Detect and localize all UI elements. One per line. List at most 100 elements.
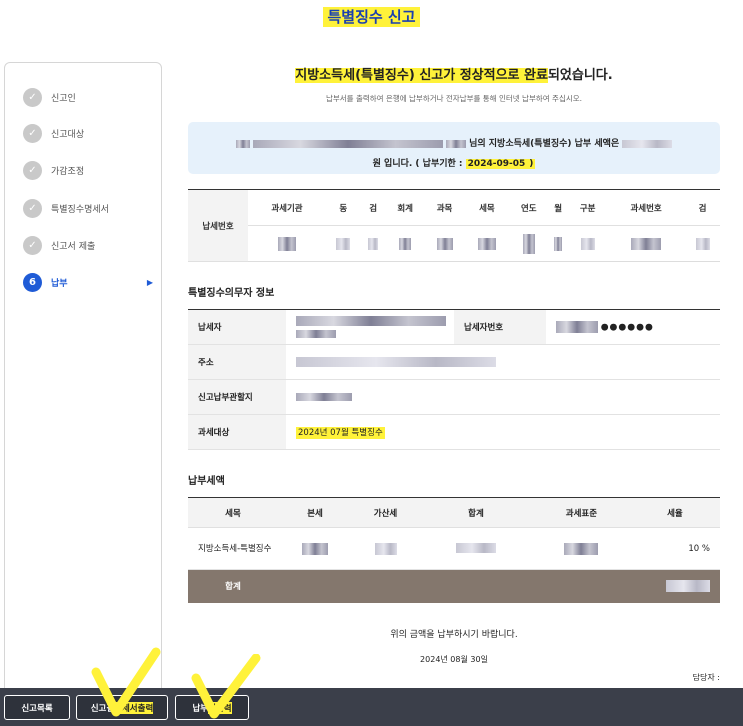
table-cell [360, 225, 386, 262]
redacted-text [554, 236, 563, 251]
step-item-submit[interactable]: ✓ 신고서 제출 [23, 236, 153, 255]
column-header: 합계 [418, 497, 533, 528]
taxpayer-value [286, 310, 454, 345]
step-label: 납부 [51, 279, 68, 289]
redacted-text [368, 237, 379, 250]
table-cell [424, 225, 465, 262]
completion-subtitle: 납부서를 출력하여 은행에 납부하거나 전자납부를 통해 인터넷 납부하여 주십… [325, 94, 583, 103]
table-cell [548, 225, 569, 262]
table-row: 납세자 납세자번호 ●●●●●● [188, 309, 720, 345]
tax-item-cell: 지방소득세-특별징수 [188, 527, 278, 570]
check-icon: ✓ [23, 88, 42, 107]
redacted-text [666, 580, 710, 593]
column-header: 과세번호 [607, 189, 686, 226]
notice-line-2-suffix: ) [527, 159, 536, 169]
table-cell [509, 225, 549, 262]
completion-title: 지방소득세(특별징수) 신고가 정상적으로 완료되었습니다. [188, 64, 720, 83]
check-icon: ✓ [23, 124, 42, 143]
target-value-cell: 2024년 07월 특별징수 [286, 415, 720, 450]
table-cell [685, 225, 720, 262]
redacted-text [631, 237, 662, 250]
column-header: 과세기관 [248, 189, 326, 226]
amount-section-title: 납부세액 [188, 476, 225, 487]
taxpayer-info-title: 특별징수의무자 정보 [188, 288, 275, 299]
redacted-amount [622, 139, 673, 148]
rate-cell: 10 % [629, 527, 720, 570]
button-label: 신고목록 [21, 703, 53, 714]
checkmark-annotation-icon [91, 647, 161, 717]
step-item-reporter[interactable]: ✓ 신고인 [23, 88, 153, 107]
table-header-row: 세목 본세 가산세 합계 과세표준 세율 [188, 497, 720, 528]
redacted-text [477, 237, 496, 250]
office-label: 신고납부관할지 [188, 379, 286, 415]
check-icon: ✓ [23, 199, 42, 218]
table-cell [418, 527, 533, 570]
column-header: 회계 [385, 189, 425, 226]
column-header: 동 [325, 189, 361, 226]
column-header: 월 [548, 189, 569, 226]
manager-label: 담당자 : [692, 673, 720, 682]
arrow-right-icon: ▶ [146, 278, 153, 287]
step-sidebar: ✓ 신고인 ✓ 신고대상 ✓ 가감조정 ✓ 특별징수명세서 ✓ 신고서 제출 6… [4, 62, 162, 702]
redacted-text [336, 237, 351, 250]
tax-number-row-header: 납세번호 [188, 189, 248, 262]
document-date: 2024년 08월 30일 [420, 654, 488, 664]
taxpayer-number-label: 납세자번호 [454, 309, 546, 345]
redacted-text [455, 543, 496, 554]
redacted-text [296, 329, 336, 338]
notice-line-2: 원 입니다. ( 납부기한 : 2024-09-05) [188, 154, 720, 174]
taxpayer-info-table: 납세자 납세자번호 ●●●●●● 주소 신고납부관할지 과세대상 2024년 0… [188, 309, 720, 450]
column-header: 검 [685, 189, 720, 226]
tax-number-table: 납세번호 과세기관 동 검 회계 과목 세목 연도 월 구분 과세번호 검 [188, 189, 720, 262]
step-item-target[interactable]: ✓ 신고대상 [23, 124, 153, 143]
table-cell [385, 225, 425, 262]
redacted-text [252, 139, 443, 148]
total-value [278, 569, 720, 603]
target-label: 과세대상 [188, 414, 286, 450]
column-header: 과목 [424, 189, 465, 226]
step-label: 가감조정 [51, 167, 85, 177]
column-header: 연도 [509, 189, 549, 226]
redacted-text [399, 237, 412, 250]
tax-notice-box: 님의 지방소득세(특별징수) 납부 세액은 원 입니다. ( 납부기한 : 20… [188, 122, 720, 174]
table-cell [352, 527, 419, 570]
column-header: 검 [360, 189, 386, 226]
taxpayer-number-value: ●●●●●● [546, 310, 720, 345]
total-label: 합계 [188, 569, 278, 603]
report-list-button[interactable]: 신고목록 [4, 695, 70, 720]
notice-line-1: 님의 지방소득세(특별징수) 납부 세액은 [188, 134, 720, 154]
notice-line-1-text: 님의 지방소득세(특별징수) 납부 세액은 [469, 139, 620, 149]
payment-deadline: 2024-09-05 [465, 159, 528, 169]
completion-title-rest: 되었습니다. [547, 68, 613, 83]
step-number: 6 [23, 273, 42, 292]
checkmark-annotation-icon [191, 654, 261, 719]
redacted-text [374, 542, 397, 555]
step-item-payment[interactable]: 6 납부 ▶ [23, 273, 153, 292]
table-cell [607, 225, 686, 262]
column-header: 세율 [629, 497, 720, 528]
redacted-text [235, 139, 250, 148]
notice-line-2-prefix: 원 입니다. ( 납부기한 : [372, 159, 463, 169]
amount-table: 세목 본세 가산세 합계 과세표준 세율 지방소득세-특별징수 10 % 합계 [188, 497, 720, 603]
check-icon: ✓ [23, 236, 42, 255]
redacted-text [695, 237, 710, 250]
redacted-text [436, 237, 453, 250]
table-header-row: 납세번호 과세기관 동 검 회계 과목 세목 연도 월 구분 과세번호 검 [188, 189, 720, 262]
column-header: 가산세 [352, 497, 419, 528]
step-item-statement[interactable]: ✓ 특별징수명세서 [23, 199, 153, 218]
address-value [286, 345, 720, 380]
step-label: 신고서 제출 [51, 242, 96, 252]
redacted-text [564, 542, 599, 555]
redacted-text [302, 542, 329, 555]
column-header: 본세 [278, 497, 353, 528]
redacted-text [445, 139, 466, 148]
masked-number: ●●●●●● [600, 322, 654, 333]
step-item-adjustment[interactable]: ✓ 가감조정 [23, 161, 153, 180]
taxpayer-label: 납세자 [188, 309, 286, 345]
table-cell [532, 527, 630, 570]
redacted-text [296, 392, 352, 401]
redacted-text [580, 237, 595, 250]
main-content: 지방소득세(특별징수) 신고가 정상적으로 완료되었습니다. 납부서를 출력하여… [188, 60, 720, 682]
completion-title-highlight: 지방소득세(특별징수) 신고가 정상적으로 완료 [295, 68, 548, 83]
table-cell [568, 225, 608, 262]
